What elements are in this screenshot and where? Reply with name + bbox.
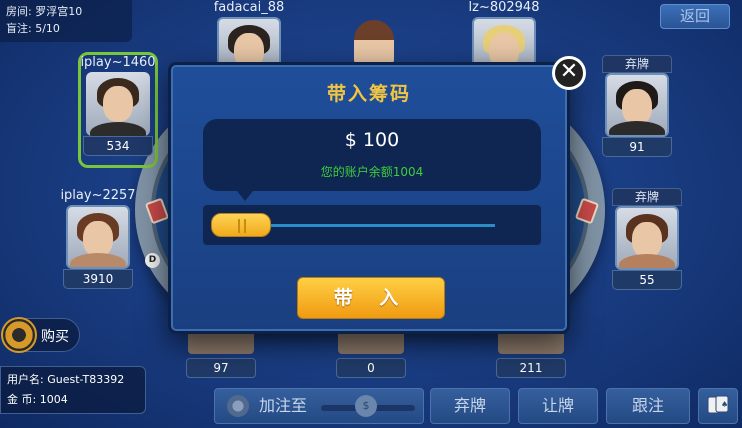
dialog-title: 带入筹码: [326, 83, 411, 105]
confirm-buy-in-button[interactable]: 带 入: [297, 277, 445, 319]
buy-in-dialog: 带入筹码 ✕ $ 100 您的账户余额1004 带 入: [168, 56, 586, 334]
slider-track[interactable]: [237, 224, 495, 227]
buy-in-slider[interactable]: [203, 205, 541, 245]
modal-overlay: 带入筹码 ✕ $ 100 您的账户余额1004 带 入: [0, 0, 742, 428]
buy-in-amount: $ 100: [344, 129, 400, 151]
close-icon[interactable]: ✕: [552, 56, 586, 90]
grip-icon: [238, 219, 246, 233]
account-balance: 您的账户余额1004: [320, 165, 424, 179]
slider-thumb[interactable]: [211, 213, 271, 237]
amount-display: $ 100 您的账户余额1004: [203, 119, 541, 201]
